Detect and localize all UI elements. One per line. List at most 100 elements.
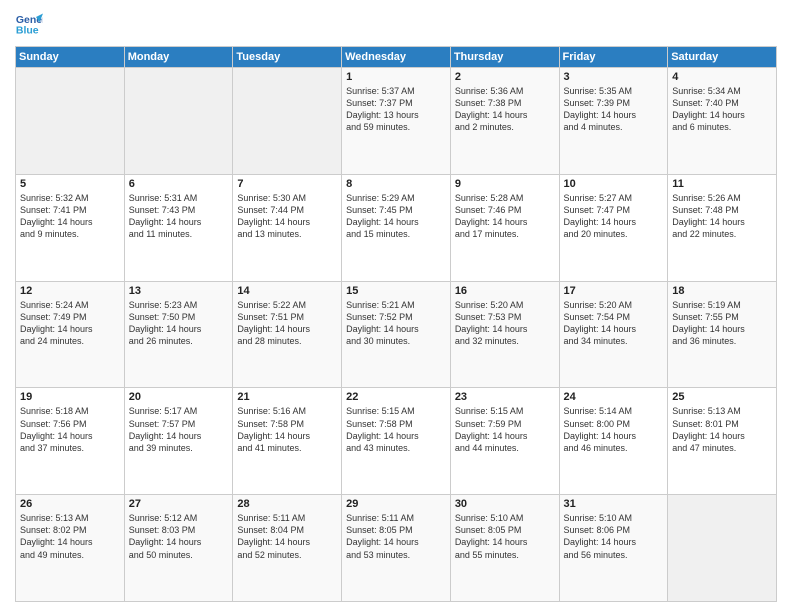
cell-text: and 28 minutes.	[237, 335, 337, 347]
calendar-cell: 24Sunrise: 5:14 AMSunset: 8:00 PMDayligh…	[559, 388, 668, 495]
cell-text: Daylight: 14 hours	[129, 430, 229, 442]
cell-text: Daylight: 14 hours	[564, 216, 664, 228]
calendar-cell: 25Sunrise: 5:13 AMSunset: 8:01 PMDayligh…	[668, 388, 777, 495]
cell-text: Sunset: 7:46 PM	[455, 204, 555, 216]
day-number: 19	[20, 391, 120, 403]
calendar-cell: 11Sunrise: 5:26 AMSunset: 7:48 PMDayligh…	[668, 174, 777, 281]
calendar-week-row: 1Sunrise: 5:37 AMSunset: 7:37 PMDaylight…	[16, 68, 777, 175]
cell-text: and 39 minutes.	[129, 442, 229, 454]
cell-text: Daylight: 13 hours	[346, 109, 446, 121]
cell-text: Sunrise: 5:34 AM	[672, 85, 772, 97]
cell-text: Sunrise: 5:28 AM	[455, 192, 555, 204]
cell-text: Sunrise: 5:26 AM	[672, 192, 772, 204]
cell-text: Sunrise: 5:32 AM	[20, 192, 120, 204]
calendar-cell: 4Sunrise: 5:34 AMSunset: 7:40 PMDaylight…	[668, 68, 777, 175]
cell-text: Daylight: 14 hours	[346, 536, 446, 548]
calendar-week-row: 12Sunrise: 5:24 AMSunset: 7:49 PMDayligh…	[16, 281, 777, 388]
day-number: 17	[564, 285, 664, 297]
calendar-cell: 10Sunrise: 5:27 AMSunset: 7:47 PMDayligh…	[559, 174, 668, 281]
cell-text: Sunrise: 5:20 AM	[564, 299, 664, 311]
day-number: 9	[455, 178, 555, 190]
cell-text: Daylight: 14 hours	[237, 430, 337, 442]
cell-text: and 9 minutes.	[20, 228, 120, 240]
cell-text: and 24 minutes.	[20, 335, 120, 347]
cell-text: Sunrise: 5:19 AM	[672, 299, 772, 311]
day-number: 29	[346, 498, 446, 510]
cell-text: Sunset: 7:43 PM	[129, 204, 229, 216]
cell-text: Sunrise: 5:35 AM	[564, 85, 664, 97]
cell-text: Sunset: 7:48 PM	[672, 204, 772, 216]
day-number: 5	[20, 178, 120, 190]
col-header-wednesday: Wednesday	[342, 47, 451, 68]
cell-text: Sunset: 7:41 PM	[20, 204, 120, 216]
cell-text: Sunset: 7:45 PM	[346, 204, 446, 216]
cell-text: Sunset: 7:44 PM	[237, 204, 337, 216]
cell-text: Daylight: 14 hours	[672, 216, 772, 228]
cell-text: Sunset: 8:06 PM	[564, 524, 664, 536]
day-number: 10	[564, 178, 664, 190]
calendar-cell: 3Sunrise: 5:35 AMSunset: 7:39 PMDaylight…	[559, 68, 668, 175]
day-number: 4	[672, 71, 772, 83]
col-header-monday: Monday	[124, 47, 233, 68]
cell-text: Sunset: 8:00 PM	[564, 418, 664, 430]
cell-text: Daylight: 14 hours	[129, 323, 229, 335]
day-number: 13	[129, 285, 229, 297]
cell-text: Sunrise: 5:11 AM	[237, 512, 337, 524]
cell-text: and 32 minutes.	[455, 335, 555, 347]
day-number: 8	[346, 178, 446, 190]
calendar-cell: 6Sunrise: 5:31 AMSunset: 7:43 PMDaylight…	[124, 174, 233, 281]
calendar-cell: 1Sunrise: 5:37 AMSunset: 7:37 PMDaylight…	[342, 68, 451, 175]
cell-text: and 50 minutes.	[129, 549, 229, 561]
cell-text: Daylight: 14 hours	[237, 323, 337, 335]
col-header-thursday: Thursday	[450, 47, 559, 68]
day-number: 31	[564, 498, 664, 510]
cell-text: Sunrise: 5:21 AM	[346, 299, 446, 311]
cell-text: Daylight: 14 hours	[564, 109, 664, 121]
day-number: 14	[237, 285, 337, 297]
cell-text: Daylight: 14 hours	[564, 323, 664, 335]
cell-text: and 13 minutes.	[237, 228, 337, 240]
page: General Blue SundayMondayTuesdayWednesda…	[0, 0, 792, 612]
calendar-cell: 20Sunrise: 5:17 AMSunset: 7:57 PMDayligh…	[124, 388, 233, 495]
cell-text: Sunset: 7:56 PM	[20, 418, 120, 430]
cell-text: Sunrise: 5:15 AM	[346, 405, 446, 417]
calendar-cell: 8Sunrise: 5:29 AMSunset: 7:45 PMDaylight…	[342, 174, 451, 281]
calendar-table: SundayMondayTuesdayWednesdayThursdayFrid…	[15, 46, 777, 602]
calendar-cell: 13Sunrise: 5:23 AMSunset: 7:50 PMDayligh…	[124, 281, 233, 388]
col-header-tuesday: Tuesday	[233, 47, 342, 68]
col-header-friday: Friday	[559, 47, 668, 68]
cell-text: and 36 minutes.	[672, 335, 772, 347]
logo-icon: General Blue	[15, 10, 43, 38]
cell-text: and 26 minutes.	[129, 335, 229, 347]
cell-text: Sunset: 7:49 PM	[20, 311, 120, 323]
cell-text: Daylight: 14 hours	[346, 323, 446, 335]
cell-text: Sunrise: 5:11 AM	[346, 512, 446, 524]
cell-text: Sunrise: 5:36 AM	[455, 85, 555, 97]
calendar-cell: 17Sunrise: 5:20 AMSunset: 7:54 PMDayligh…	[559, 281, 668, 388]
cell-text: and 47 minutes.	[672, 442, 772, 454]
cell-text: and 22 minutes.	[672, 228, 772, 240]
calendar-cell: 27Sunrise: 5:12 AMSunset: 8:03 PMDayligh…	[124, 495, 233, 602]
cell-text: Sunset: 7:47 PM	[564, 204, 664, 216]
cell-text: Sunset: 7:55 PM	[672, 311, 772, 323]
day-number: 12	[20, 285, 120, 297]
calendar-week-row: 19Sunrise: 5:18 AMSunset: 7:56 PMDayligh…	[16, 388, 777, 495]
cell-text: Daylight: 14 hours	[237, 536, 337, 548]
cell-text: Daylight: 14 hours	[455, 536, 555, 548]
cell-text: Sunrise: 5:37 AM	[346, 85, 446, 97]
day-number: 26	[20, 498, 120, 510]
cell-text: Sunrise: 5:17 AM	[129, 405, 229, 417]
calendar-cell: 29Sunrise: 5:11 AMSunset: 8:05 PMDayligh…	[342, 495, 451, 602]
calendar-cell: 31Sunrise: 5:10 AMSunset: 8:06 PMDayligh…	[559, 495, 668, 602]
cell-text: Daylight: 14 hours	[237, 216, 337, 228]
day-number: 2	[455, 71, 555, 83]
cell-text: and 30 minutes.	[346, 335, 446, 347]
day-number: 18	[672, 285, 772, 297]
cell-text: Sunrise: 5:15 AM	[455, 405, 555, 417]
cell-text: Sunrise: 5:16 AM	[237, 405, 337, 417]
day-number: 24	[564, 391, 664, 403]
cell-text: Sunset: 8:02 PM	[20, 524, 120, 536]
cell-text: and 49 minutes.	[20, 549, 120, 561]
calendar-cell: 15Sunrise: 5:21 AMSunset: 7:52 PMDayligh…	[342, 281, 451, 388]
day-number: 1	[346, 71, 446, 83]
